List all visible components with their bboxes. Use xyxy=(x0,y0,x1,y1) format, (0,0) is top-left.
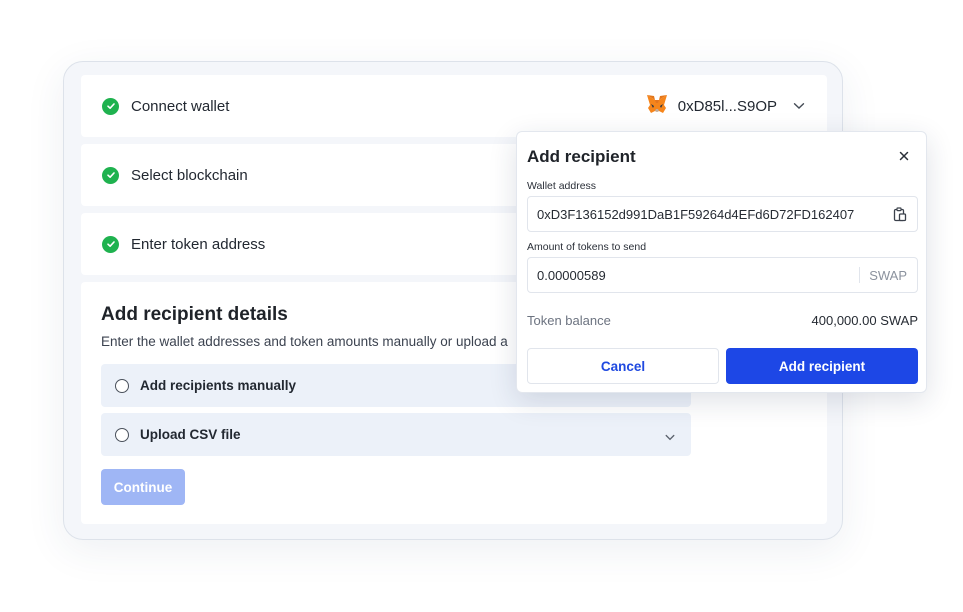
modal-title: Add recipient xyxy=(527,147,636,166)
section-subtitle: Enter the wallet addresses and token amo… xyxy=(101,334,508,349)
step-label: Connect wallet xyxy=(131,97,230,115)
balance-value: 400,000.00 SWAP xyxy=(811,313,918,328)
amount-input[interactable]: 0.00000589 SWAP xyxy=(527,257,918,293)
step-label: Enter token address xyxy=(131,235,266,253)
close-icon[interactable] xyxy=(896,148,912,164)
paste-icon[interactable] xyxy=(893,206,907,222)
token-unit: SWAP xyxy=(869,267,907,283)
continue-button[interactable]: Continue xyxy=(101,469,185,505)
check-circle-icon xyxy=(102,235,119,253)
balance-label: Token balance xyxy=(527,313,611,328)
check-circle-icon xyxy=(102,97,119,115)
wallet-address: 0xD85l...S9OP xyxy=(677,97,777,115)
add-recipient-modal: Add recipient Wallet address 0xD3F136152… xyxy=(516,131,927,393)
option-upload-csv[interactable]: Upload CSV file xyxy=(101,413,691,456)
step-connect-wallet: Connect wallet 0xD85l...S9OP xyxy=(81,75,827,137)
amount-value: 0.00000589 xyxy=(537,267,606,283)
wallet-address-value: 0xD3F136152d991DaB1F59264d4EFd6D72FD1624… xyxy=(537,206,855,222)
wallet-address-input[interactable]: 0xD3F136152d991DaB1F59264d4EFd6D72FD1624… xyxy=(527,196,918,232)
token-balance-row: Token balance 400,000.00 SWAP xyxy=(527,313,918,328)
wallet-selector[interactable]: 0xD85l...S9OP xyxy=(646,75,805,137)
amount-label: Amount of tokens to send xyxy=(527,241,647,253)
option-label: Add recipients manually xyxy=(140,378,297,393)
divider xyxy=(859,267,861,283)
step-label: Select blockchain xyxy=(131,166,248,184)
chevron-down-icon xyxy=(793,102,805,110)
add-recipient-button[interactable]: Add recipient xyxy=(726,348,918,384)
radio-button[interactable] xyxy=(115,427,129,442)
radio-button[interactable] xyxy=(115,378,129,393)
check-circle-icon xyxy=(102,166,119,184)
section-title: Add recipient details xyxy=(101,304,288,325)
cancel-button[interactable]: Cancel xyxy=(527,348,719,384)
option-label: Upload CSV file xyxy=(140,427,241,442)
metamask-fox-icon xyxy=(646,94,668,119)
wallet-address-label: Wallet address xyxy=(527,180,597,192)
chevron-down-icon[interactable] xyxy=(665,428,675,446)
